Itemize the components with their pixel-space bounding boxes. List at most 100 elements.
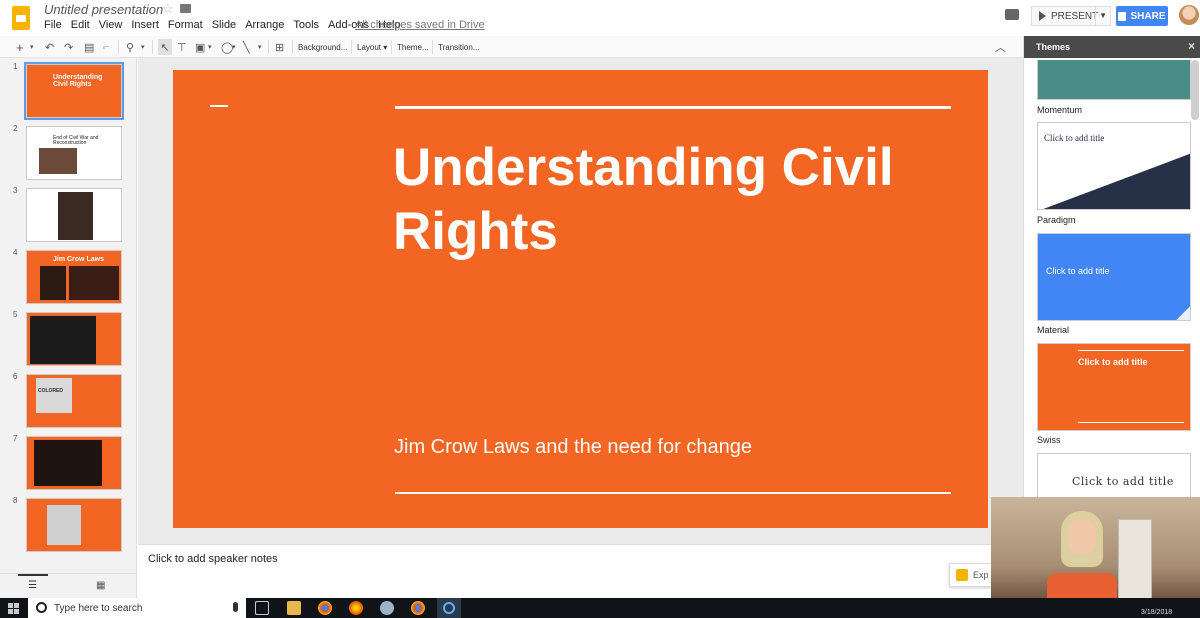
star-icon[interactable]: ☆: [162, 1, 174, 17]
present-button[interactable]: PRESENT ▼: [1031, 6, 1111, 26]
theme-material[interactable]: Click to add title: [1037, 233, 1191, 321]
taskbar-search-input[interactable]: Type here to search: [28, 598, 246, 618]
chrome-icon[interactable]: [411, 601, 425, 615]
menu-bar: File Edit View Insert Format Slide Arran…: [44, 19, 401, 31]
comments-icon[interactable]: [1005, 9, 1019, 20]
slide-subtitle[interactable]: Jim Crow Laws and the need for change: [394, 436, 752, 459]
chevron-down-icon[interactable]: ▼: [1099, 11, 1107, 20]
slide-thumbnail-3[interactable]: 3: [0, 186, 136, 246]
menu-insert[interactable]: Insert: [131, 19, 159, 31]
theme-swiss[interactable]: Click to add title: [1037, 343, 1191, 431]
slide-number: 7: [13, 434, 18, 443]
layout-button[interactable]: Layout ▾: [357, 39, 387, 55]
decorative-line: [395, 492, 951, 494]
explore-icon: [956, 569, 968, 581]
filmstrip-view-toggle: ☰ ▦: [0, 573, 136, 598]
slide-number: 4: [13, 248, 18, 257]
scrollbar[interactable]: [1191, 60, 1199, 120]
close-icon[interactable]: ×: [1188, 39, 1195, 53]
filmstrip-view-icon[interactable]: ☰: [28, 580, 37, 591]
slide-title[interactable]: Understanding Civil Rights: [393, 136, 953, 264]
select-tool-icon[interactable]: ↖: [158, 39, 172, 55]
add-comment-icon[interactable]: ⊞: [275, 39, 284, 55]
slide-thumbnail-2[interactable]: 2 End of Civil War and Reconstruction: [0, 124, 136, 184]
zoom-icon[interactable]: ⚲: [126, 39, 134, 55]
menu-slide[interactable]: Slide: [212, 19, 236, 31]
slide-preview[interactable]: [26, 312, 122, 366]
app-header: Untitled presentation ☆ File Edit View I…: [0, 0, 1200, 36]
grid-view-icon[interactable]: ▦: [96, 580, 105, 591]
chevron-down-icon[interactable]: ▾: [208, 39, 212, 55]
slides-logo-icon[interactable]: [12, 6, 30, 30]
slide-preview[interactable]: [26, 188, 122, 242]
slide-preview[interactable]: Understanding Civil Rights: [24, 62, 124, 120]
slide-thumbnail-1[interactable]: 1 Understanding Civil Rights: [0, 62, 136, 122]
menu-tools[interactable]: Tools: [293, 19, 319, 31]
slide-thumbnail-7[interactable]: 7: [0, 434, 136, 494]
print-icon[interactable]: ▤: [84, 39, 94, 55]
app-icon[interactable]: [380, 601, 394, 615]
menu-arrange[interactable]: Arrange: [245, 19, 284, 31]
slide-preview[interactable]: [26, 436, 122, 490]
microphone-icon[interactable]: [233, 602, 238, 612]
slide-preview-title: Jim Crow Laws: [53, 256, 104, 263]
slide-thumbnail-6[interactable]: 6 COLORED: [0, 372, 136, 432]
undo-icon[interactable]: ↶: [45, 39, 54, 55]
menu-format[interactable]: Format: [168, 19, 203, 31]
menu-view[interactable]: View: [99, 19, 123, 31]
avatar[interactable]: [1179, 5, 1199, 25]
explore-label: Exp: [973, 570, 989, 580]
background-button[interactable]: Background...: [298, 39, 347, 55]
taskbar-date[interactable]: 3/18/2018: [1141, 609, 1172, 616]
slide-thumbnail-4[interactable]: 4 Jim Crow Laws: [0, 248, 136, 308]
image-icon[interactable]: ▣: [195, 39, 205, 55]
folder-icon[interactable]: [180, 4, 191, 13]
slide-preview[interactable]: Jim Crow Laws: [26, 250, 122, 304]
windows-taskbar: Type here to search 3/18/2018: [0, 598, 1200, 618]
slide-preview[interactable]: End of Civil War and Reconstruction: [26, 126, 122, 180]
menu-edit[interactable]: Edit: [71, 19, 90, 31]
slide-thumbnail-5[interactable]: 5: [0, 310, 136, 370]
redo-icon[interactable]: ↷: [64, 39, 73, 55]
collapse-toolbar-icon[interactable]: ︿: [995, 39, 1006, 55]
chevron-down-icon[interactable]: ▾: [30, 39, 34, 55]
cortana-icon: [36, 602, 47, 613]
slide-thumbnail-8[interactable]: 8: [0, 496, 136, 556]
speaker-notes[interactable]: Click to add speaker notes Exp: [138, 544, 1023, 598]
chevron-down-icon[interactable]: ▾: [258, 39, 262, 55]
decorative-line: [210, 105, 228, 107]
chevron-down-icon[interactable]: ▾: [141, 39, 145, 55]
theme-button[interactable]: Theme...: [397, 39, 429, 55]
chrome-icon[interactable]: [318, 601, 332, 615]
themes-panel-header: Themes ×: [1024, 36, 1200, 58]
file-explorer-icon[interactable]: [287, 601, 301, 615]
slide-number: 8: [13, 496, 18, 505]
task-view-icon[interactable]: [255, 601, 269, 615]
firefox-icon[interactable]: [349, 601, 363, 615]
line-icon[interactable]: ╲: [243, 39, 250, 55]
chevron-down-icon[interactable]: ▾: [232, 39, 236, 55]
slide-number: 6: [13, 372, 18, 381]
theme-paradigm[interactable]: Click to add title: [1037, 122, 1191, 210]
slide-preview[interactable]: [26, 498, 122, 552]
share-button[interactable]: SHARE: [1116, 6, 1168, 26]
theme-momentum[interactable]: [1037, 60, 1191, 100]
search-placeholder: Type here to search: [54, 602, 143, 614]
theme-amatic[interactable]: Click to add title: [1037, 453, 1191, 503]
text-box-icon[interactable]: ⊤: [177, 39, 187, 55]
slide-filmstrip: 1 Understanding Civil Rights 2 End of Ci…: [0, 58, 137, 598]
current-slide[interactable]: Understanding Civil Rights Jim Crow Laws…: [173, 70, 988, 528]
save-status-link[interactable]: All changes saved in Drive: [355, 19, 485, 31]
new-slide-icon[interactable]: +: [16, 39, 24, 55]
menu-file[interactable]: File: [44, 19, 62, 31]
windows-start-icon[interactable]: [8, 603, 19, 614]
speaker-notes-placeholder[interactable]: Click to add speaker notes: [148, 553, 278, 565]
transition-button[interactable]: Transition...: [438, 39, 480, 55]
slide-preview[interactable]: COLORED: [26, 374, 122, 428]
slide-canvas: Understanding Civil Rights Jim Crow Laws…: [138, 58, 1023, 544]
play-icon: [1039, 11, 1046, 21]
slide-number: 5: [13, 310, 18, 319]
theme-preview-title: Click to add title: [1078, 357, 1148, 367]
paint-format-icon[interactable]: ⌐: [103, 39, 109, 55]
document-title[interactable]: Untitled presentation: [44, 2, 163, 17]
